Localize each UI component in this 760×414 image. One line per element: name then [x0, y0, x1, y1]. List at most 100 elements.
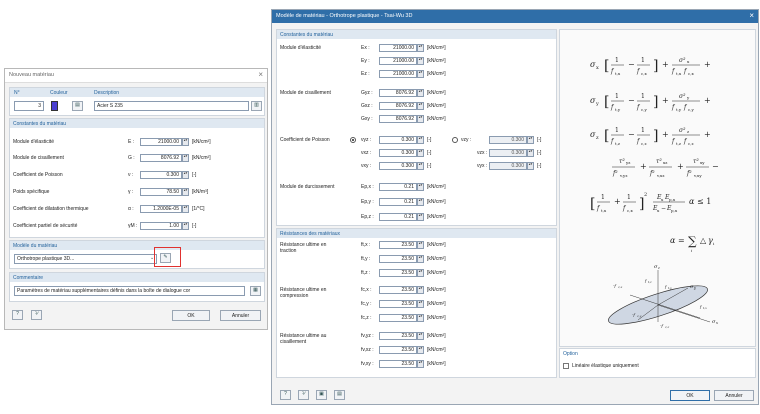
svg-text:t,y: t,y	[676, 107, 682, 112]
poisson-left-radio[interactable]	[350, 137, 356, 143]
param-input[interactable]: 23.50	[379, 346, 417, 354]
spinner-icon[interactable]: ▴▾	[417, 286, 424, 294]
param-unit: [kN/cm²]	[427, 347, 446, 353]
linear-elastic-checkbox[interactable]	[563, 363, 569, 369]
cancel-button[interactable]: Annuler	[220, 310, 261, 321]
cancel-button[interactable]: Annuler	[714, 390, 754, 401]
param-unit: [kN/cm²]	[427, 256, 446, 262]
param-input[interactable]: 8076.92	[379, 102, 417, 110]
poisson-input[interactable]: 0.300	[379, 136, 417, 144]
spinner-icon[interactable]: ▴▾	[182, 222, 189, 230]
param-input[interactable]: 23.50	[379, 286, 417, 294]
help-icon[interactable]: ?	[280, 390, 291, 400]
param-input[interactable]: 23.50	[379, 300, 417, 308]
param-symbol: Ep,y :	[361, 199, 374, 205]
poisson-input[interactable]: 0.300	[379, 149, 417, 157]
spinner-icon[interactable]: ▴▾	[417, 57, 424, 65]
constant-input[interactable]: 0.300	[140, 171, 182, 179]
constant-unit: [1/°C]	[192, 206, 205, 212]
constant-input[interactable]: 1.2000E-05	[140, 205, 182, 213]
model-select[interactable]: Orthotrope plastique 3D...	[14, 254, 157, 264]
library-icon[interactable]: ▤	[72, 101, 83, 111]
strength-heading: Résistances des matériaux	[280, 231, 341, 237]
close-icon[interactable]: ×	[749, 11, 754, 20]
help-icon[interactable]: ?	[12, 310, 23, 320]
svg-text:i: i	[713, 241, 715, 246]
ok-button[interactable]: OK	[172, 310, 210, 321]
units-icon[interactable]: ⅟	[31, 310, 42, 320]
spinner-icon[interactable]: ▴▾	[417, 269, 424, 277]
spinner-icon[interactable]: ▴▾	[417, 213, 424, 221]
spinner-icon[interactable]: ▴▾	[417, 162, 424, 170]
close-icon[interactable]: ×	[258, 70, 263, 79]
spinner-icon[interactable]: ▴▾	[417, 115, 424, 123]
poisson-label: Coefficient de Poisson	[280, 137, 330, 143]
constant-input[interactable]: 8076.92	[140, 154, 182, 162]
poisson-unit: [-]	[537, 137, 542, 143]
param-input[interactable]: 8076.92	[379, 115, 417, 123]
svg-text:y: y	[686, 95, 690, 100]
spinner-icon[interactable]: ▴▾	[417, 241, 424, 249]
param-input[interactable]: 23.50	[379, 255, 417, 263]
spinner-icon[interactable]: ▴▾	[417, 136, 424, 144]
ok-button[interactable]: OK	[670, 390, 710, 401]
spinner-icon[interactable]: ▴▾	[417, 346, 424, 354]
spinner-icon[interactable]: ▴▾	[417, 332, 424, 340]
spinner-icon[interactable]: ▴▾	[417, 89, 424, 97]
constant-input[interactable]: 21000.00	[140, 138, 182, 146]
svg-text:[: [	[604, 94, 609, 110]
param-unit: [kN/cm²]	[427, 242, 446, 248]
svg-text:c,z: c,z	[665, 325, 670, 329]
param-input[interactable]: 23.50	[379, 332, 417, 340]
comment-library-icon[interactable]: ▦	[250, 286, 261, 296]
color-swatch[interactable]	[51, 101, 58, 111]
material-number-input[interactable]: 3	[14, 101, 44, 111]
param-input[interactable]: 23.50	[379, 269, 417, 277]
spinner-icon[interactable]: ▴▾	[182, 171, 189, 179]
constant-input[interactable]: 1.00	[140, 222, 182, 230]
spinner-icon[interactable]: ▴▾	[182, 188, 189, 196]
spinner-icon[interactable]: ▴▾	[417, 255, 424, 263]
strength-panel: Résistances des matériaux Résistance ult…	[276, 228, 557, 378]
model-heading: Modèle du matériau	[13, 243, 58, 249]
units-icon[interactable]: ⅟	[298, 390, 309, 400]
folder-icon[interactable]: ▣	[316, 390, 327, 400]
spinner-icon[interactable]: ▴▾	[417, 300, 424, 308]
param-input[interactable]: 23.50	[379, 314, 417, 322]
svg-text:1: 1	[615, 93, 619, 100]
spinner-icon[interactable]: ▴▾	[417, 314, 424, 322]
description-input[interactable]: Acier S 235	[94, 101, 249, 111]
comment-input[interactable]: Paramètres de matériau supplémentaires d…	[14, 286, 245, 296]
spinner-icon[interactable]: ▴▾	[182, 154, 189, 162]
material-model-dialog: Modèle de matériau - Orthotrope plastiqu…	[271, 9, 759, 405]
param-input[interactable]: 23.50	[379, 241, 417, 249]
spinner-icon[interactable]: ▴▾	[417, 360, 424, 368]
spinner-icon[interactable]: ▴▾	[417, 102, 424, 110]
param-input[interactable]: 23.50	[379, 360, 417, 368]
spinner-icon[interactable]: ▴▾	[417, 149, 424, 157]
param-input[interactable]: 0.21	[379, 198, 417, 206]
param-input[interactable]: 21000.00	[379, 70, 417, 78]
param-input[interactable]: 21000.00	[379, 57, 417, 65]
svg-text:t,z: t,z	[648, 280, 652, 284]
edit-description-icon[interactable]: ▥	[251, 101, 262, 111]
constant-symbol: ν :	[128, 172, 134, 178]
spinner-icon[interactable]: ▴▾	[417, 44, 424, 52]
spinner-icon[interactable]: ▴▾	[417, 198, 424, 206]
constant-input[interactable]: 78.50	[140, 188, 182, 196]
param-input[interactable]: 21000.00	[379, 44, 417, 52]
poisson-input[interactable]: 0.300	[379, 162, 417, 170]
poisson-right-radio[interactable]	[452, 137, 458, 143]
spinner-icon[interactable]: ▴▾	[182, 138, 189, 146]
spinner-icon[interactable]: ▴▾	[417, 70, 424, 78]
spinner-icon[interactable]: ▴▾	[182, 205, 189, 213]
param-unit: [kN/cm²]	[427, 116, 446, 122]
svg-text:x: x	[716, 321, 718, 325]
param-input[interactable]: 0.21	[379, 183, 417, 191]
spinner-icon[interactable]: ▴▾	[417, 183, 424, 191]
param-input[interactable]: 8076.92	[379, 89, 417, 97]
new-material-dialog: Nouveau matériau × N° Couleur Descriptio…	[4, 68, 268, 330]
save-icon[interactable]: ▤	[334, 390, 345, 400]
param-unit: [kN/cm²]	[427, 71, 446, 77]
param-input[interactable]: 0.21	[379, 213, 417, 221]
